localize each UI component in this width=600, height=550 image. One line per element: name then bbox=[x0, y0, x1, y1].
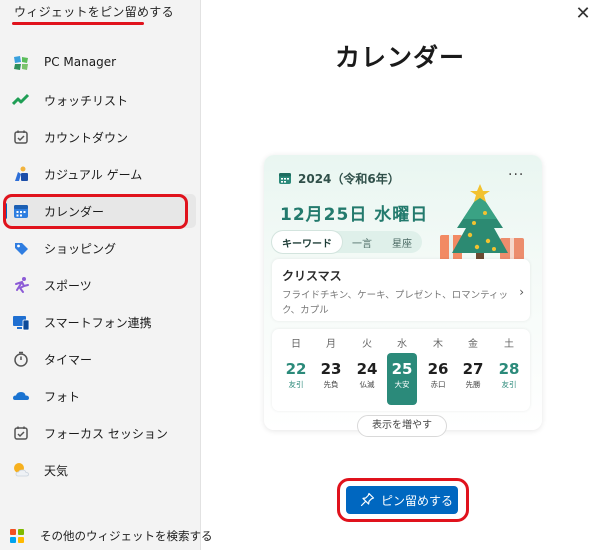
sidebar-item-label: スポーツ bbox=[44, 279, 92, 293]
sidebar-item-label: フォーカス セッション bbox=[44, 427, 168, 441]
weekday-label: 水 bbox=[397, 339, 407, 350]
sidebar-item-label: タイマー bbox=[44, 353, 93, 367]
calendar-widget-preview: 2024（令和6年） ··· 12月25日 水曜日 キーワード 一言 星座 クリ… bbox=[264, 155, 542, 430]
day-number: 28 bbox=[498, 360, 520, 378]
weekday-label: 月 bbox=[326, 339, 336, 350]
sidebar-item-label: ウォッチリスト bbox=[44, 94, 129, 108]
weekday-label: 土 bbox=[504, 339, 514, 350]
day-cell[interactable]: 22 友引 bbox=[281, 353, 311, 405]
photos-icon bbox=[12, 387, 30, 405]
sidebar-item-label: 天気 bbox=[44, 464, 69, 478]
weather-icon bbox=[12, 461, 30, 479]
day-cell[interactable]: 27 先勝 bbox=[458, 353, 488, 405]
pin-button-label: ピン留めする bbox=[381, 494, 454, 508]
pin-icon bbox=[360, 492, 375, 507]
weekday-label: 火 bbox=[362, 339, 372, 350]
day-cell[interactable]: 24 仏滅 bbox=[352, 353, 382, 405]
rokuyo-label: 赤口 bbox=[430, 380, 446, 389]
tab-keyword[interactable]: キーワード bbox=[272, 231, 342, 253]
sidebar-item-shopping[interactable]: ショッピング bbox=[4, 231, 196, 265]
pin-widget-button[interactable]: ピン留めする bbox=[346, 486, 458, 514]
pane-title: ウィジェットをピン留めする bbox=[14, 5, 174, 19]
phone-link-icon bbox=[12, 313, 30, 331]
title-highlight-underline bbox=[12, 22, 144, 25]
tab-phrase[interactable]: 一言 bbox=[342, 231, 382, 253]
sidebar-item-pc-manager[interactable]: PC Manager bbox=[4, 46, 196, 80]
calendar-year-header: 2024（令和6年） bbox=[278, 170, 400, 188]
countdown-icon bbox=[12, 128, 30, 146]
event-keywords: フライドチキン、ケーキ、プレゼント、ロマンティック、カプル bbox=[282, 290, 509, 316]
rokuyo-label: 先負 bbox=[323, 380, 339, 389]
sidebar-item-focus-session[interactable]: フォーカス セッション bbox=[4, 416, 196, 450]
tab-horoscope[interactable]: 星座 bbox=[382, 231, 422, 253]
event-card[interactable]: クリスマス フライドチキン、ケーキ、プレゼント、ロマンティック、カプル › bbox=[272, 259, 530, 321]
sidebar-item-casual-games[interactable]: カジュアル ゲーム bbox=[4, 157, 196, 191]
sidebar-item-timer[interactable]: タイマー bbox=[4, 342, 196, 376]
show-more-button[interactable]: 表示を増やす bbox=[357, 415, 447, 437]
day-number: 22 bbox=[285, 360, 307, 378]
shopping-icon bbox=[12, 239, 30, 257]
watchlist-icon bbox=[11, 91, 30, 109]
sidebar-item-label: フォト bbox=[44, 390, 81, 404]
weekday-label: 木 bbox=[433, 339, 443, 350]
sidebar-item-label: ショッピング bbox=[44, 242, 117, 256]
widget-store-icon bbox=[9, 528, 25, 544]
sidebar-item-label: カレンダー bbox=[44, 205, 105, 219]
pc-manager-icon bbox=[12, 54, 30, 72]
day-number: 24 bbox=[356, 360, 378, 378]
calendar-date-title: 12月25日 水曜日 bbox=[280, 205, 429, 225]
week-strip: 日 月 火 水 木 金 土 22 友引 23 先負 24 仏滅 25 大安 26 赤口 2… bbox=[272, 329, 530, 411]
sports-icon bbox=[12, 276, 30, 294]
info-tabs: キーワード 一言 星座 bbox=[272, 231, 422, 253]
day-cell[interactable]: 23 先負 bbox=[316, 353, 346, 405]
more-options-button[interactable]: ··· bbox=[508, 167, 524, 183]
calendar-year-label: 2024（令和6年） bbox=[298, 172, 400, 186]
sidebar-item-label: カウントダウン bbox=[44, 131, 129, 145]
close-button[interactable]: ✕ bbox=[571, 3, 595, 27]
day-cell[interactable]: 26 赤口 bbox=[423, 353, 453, 405]
day-number: 23 bbox=[320, 360, 342, 378]
widget-picker-sidebar: ウィジェットをピン留めする PC Manager ウォッチリスト カウントダウン… bbox=[0, 0, 213, 550]
search-more-widgets-link[interactable]: その他のウィジェットを検索する bbox=[0, 522, 213, 550]
sidebar-item-label: PC Manager bbox=[44, 55, 117, 69]
sidebar-item-photos[interactable]: フォト bbox=[4, 379, 196, 413]
focus-session-icon bbox=[12, 424, 30, 442]
day-number: 27 bbox=[462, 360, 484, 378]
day-number: 26 bbox=[427, 360, 449, 378]
day-number: 25 bbox=[391, 360, 413, 378]
sidebar-item-phone-link[interactable]: スマートフォン連携 bbox=[4, 305, 196, 339]
calendar-icon bbox=[12, 202, 30, 220]
casual-games-icon bbox=[12, 165, 30, 183]
sidebar-item-watchlist[interactable]: ウォッチリスト bbox=[4, 83, 196, 117]
sidebar-item-countdown[interactable]: カウントダウン bbox=[4, 120, 196, 154]
timer-icon bbox=[12, 350, 30, 368]
weekday-label: 金 bbox=[468, 339, 478, 350]
sidebar-item-label: スマートフォン連携 bbox=[44, 316, 152, 330]
weekday-label: 日 bbox=[291, 339, 301, 350]
event-title: クリスマス bbox=[282, 269, 342, 283]
rokuyo-label: 友引 bbox=[501, 380, 517, 389]
sidebar-item-label: カジュアル ゲーム bbox=[44, 168, 143, 182]
rokuyo-label: 先勝 bbox=[465, 380, 481, 389]
chevron-right-icon: › bbox=[519, 285, 524, 299]
rokuyo-label: 大安 bbox=[394, 380, 410, 389]
widget-title: カレンダー bbox=[334, 43, 465, 72]
calendar-small-icon bbox=[278, 171, 292, 188]
sidebar-item-sports[interactable]: スポーツ bbox=[4, 268, 196, 302]
day-cell[interactable]: 28 友引 bbox=[494, 353, 524, 405]
search-more-widgets-label: その他のウィジェットを検索する bbox=[40, 529, 213, 543]
rokuyo-label: 友引 bbox=[288, 380, 304, 389]
rokuyo-label: 仏滅 bbox=[359, 380, 375, 389]
sidebar-item-calendar[interactable]: カレンダー bbox=[4, 194, 196, 228]
day-cell-today[interactable]: 25 大安 bbox=[387, 353, 417, 405]
sidebar-item-weather[interactable]: 天気 bbox=[4, 453, 196, 487]
